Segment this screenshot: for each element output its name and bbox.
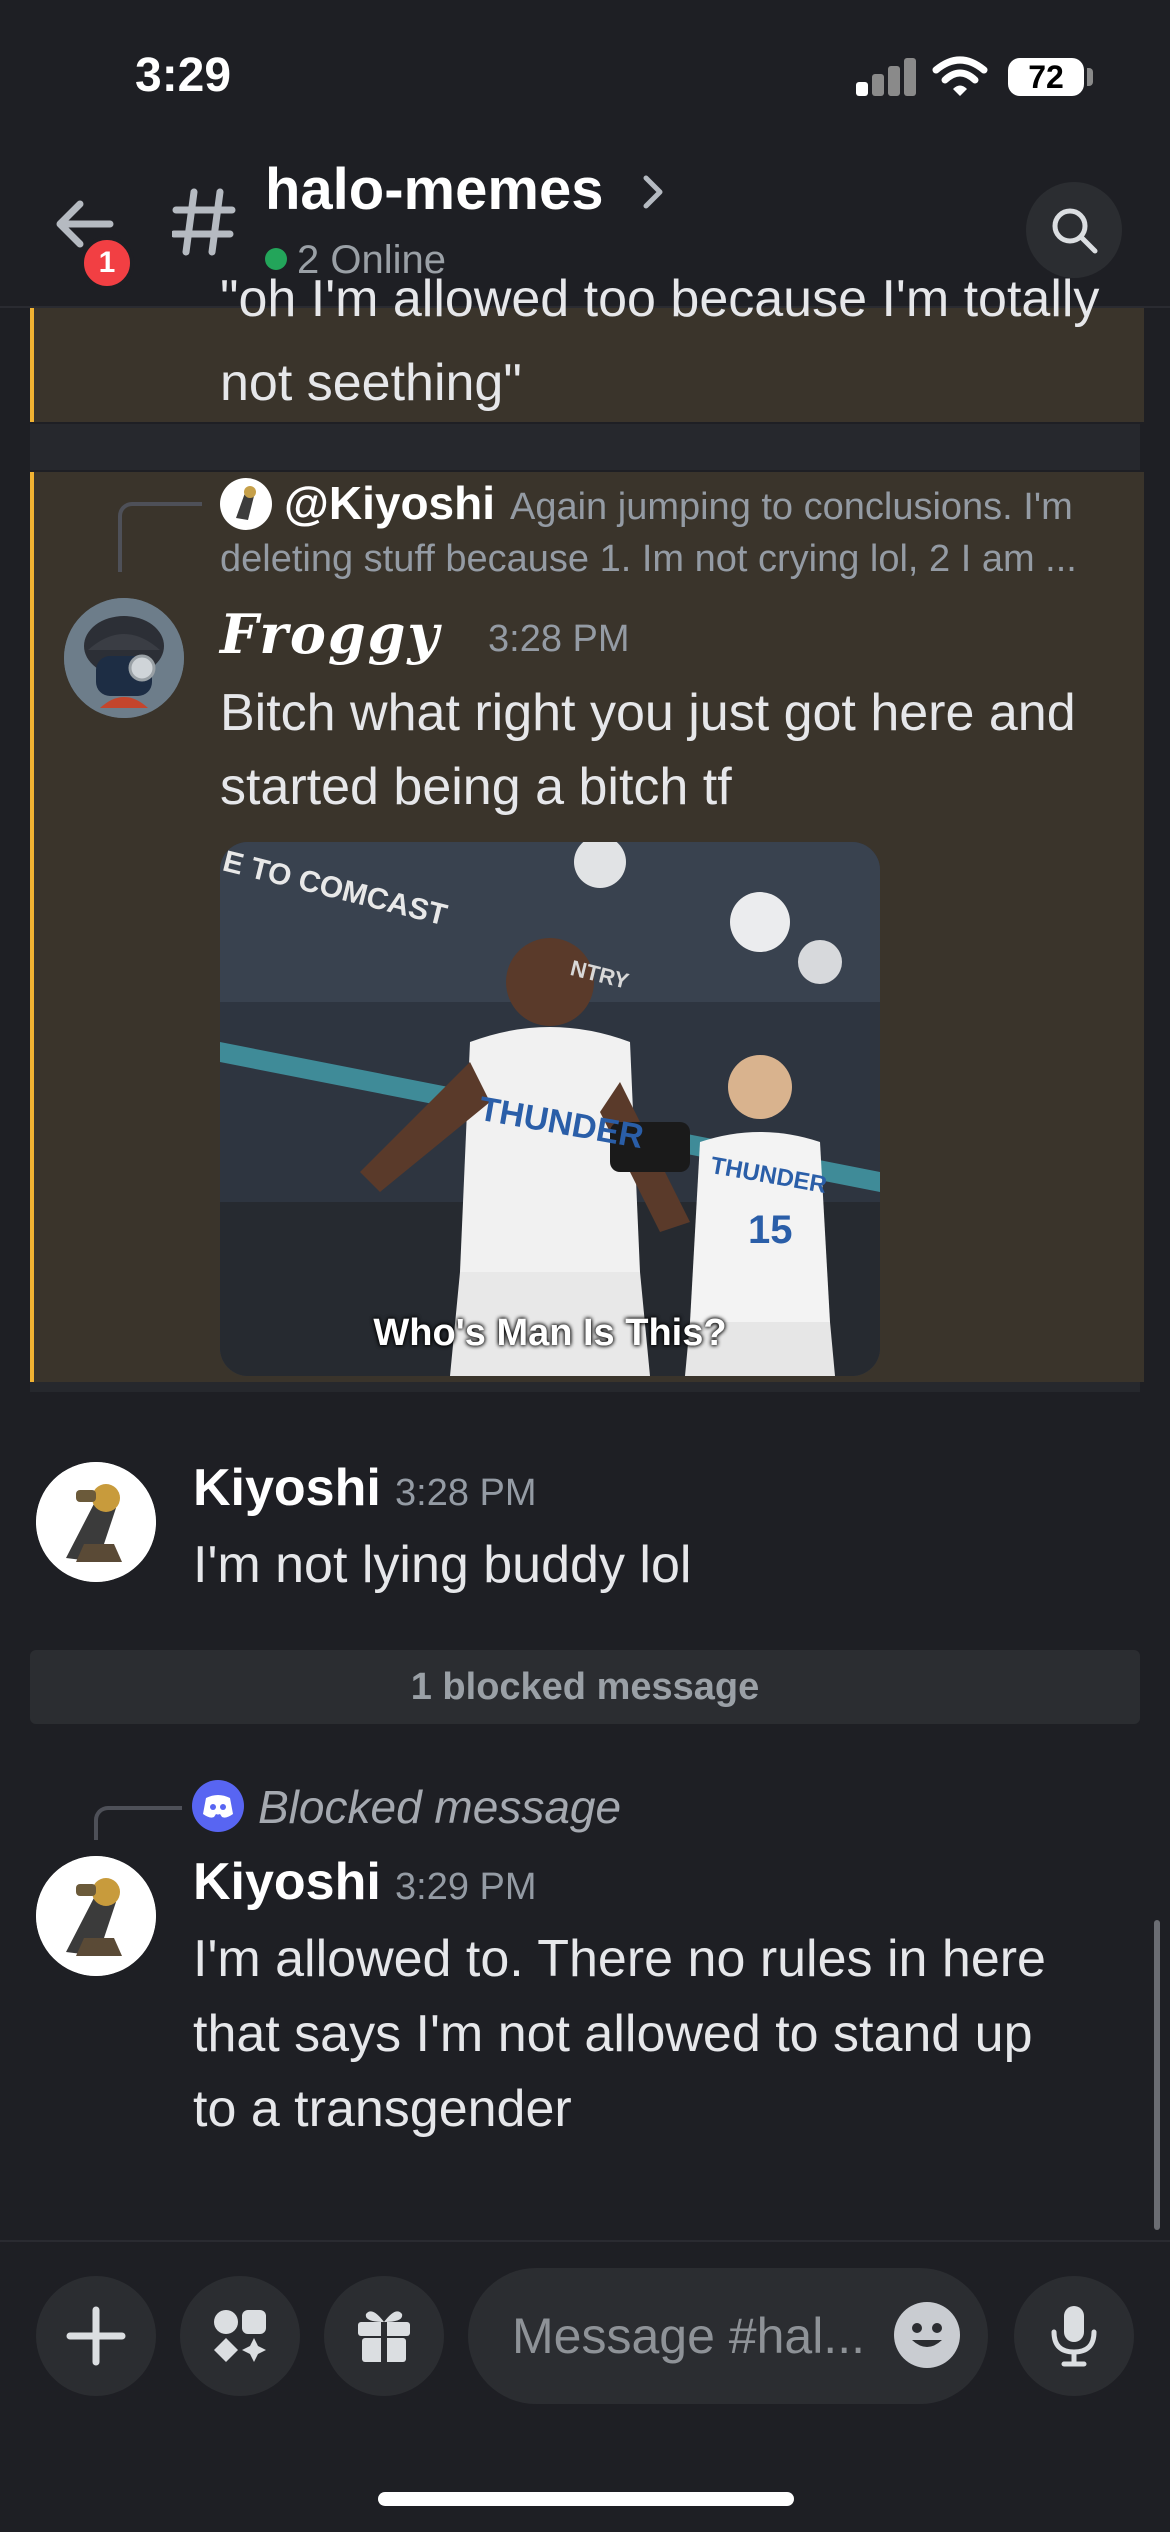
highlighted-message-froggy[interactable]: @Kiyoshi Again jumping to conclusions. I… [30,472,1144,1382]
home-indicator[interactable] [378,2492,794,2506]
apps-icon [214,2310,266,2362]
message-text: not seething" [220,354,522,412]
message-timestamp: 3:28 PM [488,618,630,660]
message-text: I'm not lying buddy lol [193,1536,692,1594]
attach-button[interactable] [36,2276,156,2396]
message-author[interactable]: Froggy [220,602,441,666]
reply-connector [118,502,202,572]
message-text-line1: Bitch what right you just got here and [220,684,1076,742]
microphone-icon [1051,2306,1097,2367]
message-timestamp: 3:29 PM [395,1866,537,1908]
message-separator [30,1382,1140,1392]
scrollbar[interactable] [1154,1920,1160,2230]
avatar-kiyoshi[interactable] [36,1856,156,1976]
jersey-number: 15 [748,1208,793,1252]
message-separator [30,424,1140,470]
message-text-line3: to a transgender [193,2080,572,2138]
blocked-messages-bar[interactable]: 1 blocked message [30,1650,1140,1724]
emoji-button[interactable] [894,2302,960,2368]
reply-avatar-kiyoshi [220,478,272,530]
composer-divider [0,2240,1170,2242]
gif-caption: Who's Man Is This? [373,1312,727,1354]
discord-logo-icon [192,1780,244,1832]
reply-blocked-label[interactable]: Blocked message [258,1780,621,1834]
plus-icon [66,2306,126,2366]
apps-button[interactable] [180,2276,300,2396]
reply-preview-line1: Again jumping to conclusions. I'm [510,486,1073,528]
channel-name[interactable]: halo-memes [265,156,603,223]
message-author[interactable]: Kiyoshi [193,1458,381,1518]
battery-cap [1087,68,1093,86]
gif-attachment[interactable]: E TO COMCAST NTRY THUNDER THUNDER 15 Who… [220,842,880,1376]
wifi-icon [932,56,988,96]
cellular-signal-icon [856,58,916,96]
highlighted-message-partial[interactable]: "oh I'm allowed too because I'm totally … [30,270,1144,422]
message-text-line1: I'm allowed to. There no rules in here [193,1930,1046,1988]
avatar-kiyoshi[interactable] [36,1462,156,1582]
emoji-icon [912,2323,942,2347]
battery-indicator: 72 [1008,58,1084,96]
hashtag-icon [172,188,236,256]
gift-icon [358,2311,410,2362]
unread-badge: 1 [80,236,134,290]
message-author[interactable]: Kiyoshi [193,1852,381,1912]
reply-preview-line2: deleting stuff because 1. Im not crying … [220,538,1077,580]
search-icon [1052,208,1098,254]
message-timestamp: 3:28 PM [395,1472,537,1514]
message-text-line2: started being a bitch tf [220,758,732,816]
message-text-partial-top: "oh I'm allowed too because I'm totally [220,270,1100,328]
reply-mention[interactable]: @Kiyoshi [284,476,495,530]
voice-message-button[interactable] [1014,2276,1134,2396]
message-text-line2: that says I'm not allowed to stand up [193,2005,1033,2063]
avatar-froggy[interactable] [64,598,184,718]
reply-connector [94,1806,182,1840]
gift-button[interactable] [324,2276,444,2396]
status-time: 3:29 [135,49,232,102]
chevron-right-icon[interactable] [640,172,668,212]
